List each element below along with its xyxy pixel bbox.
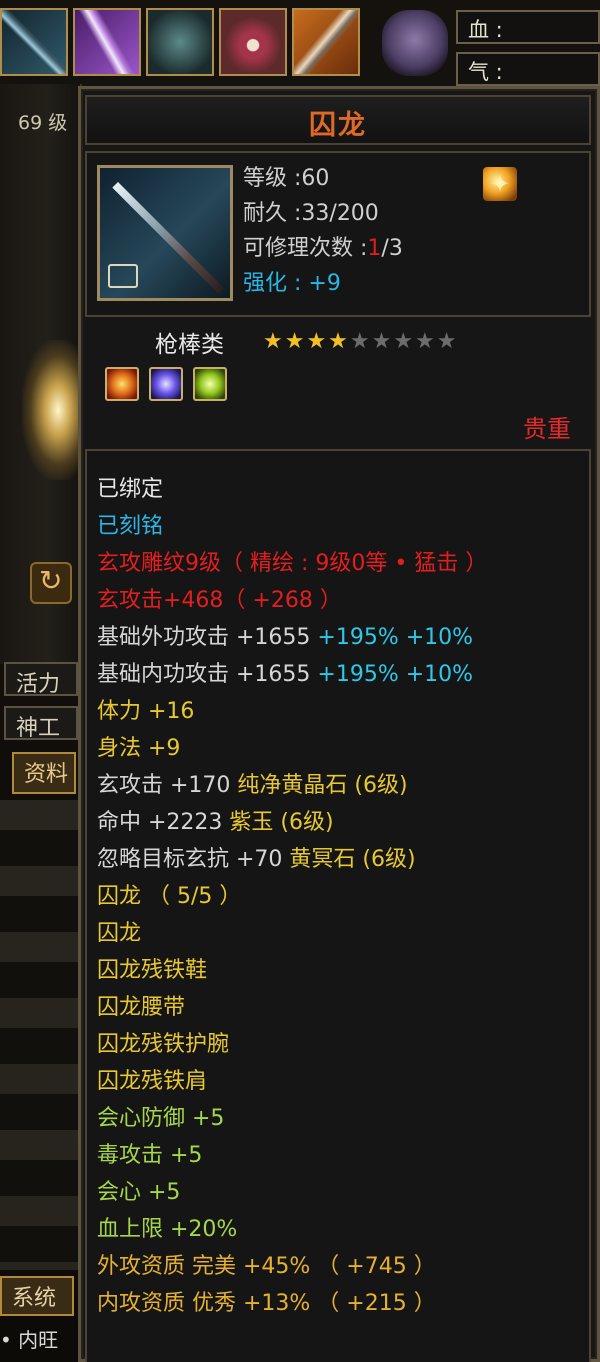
set-title: 囚龙 （ 5/5 ） — [97, 884, 242, 909]
set-piece: 囚龙 — [97, 921, 142, 946]
enhance-label: 强化 : — [243, 271, 302, 296]
attribute-list: 已绑定 已刻铭 玄攻雕纹9级（ 精绘 : 9级0等 • 猛击 ） 玄攻击+468… — [97, 471, 487, 1322]
set-bonus: 血上限 +20% — [97, 1217, 238, 1242]
mystic-attack-line: 玄攻击+468（ +268 ） — [97, 588, 342, 613]
gem-name: 纯净黄晶石 (6级) — [237, 773, 408, 798]
scenery-stack — [0, 800, 80, 1270]
engraved-status: 已刻铭 — [97, 514, 164, 539]
purple-gem-socket-icon — [149, 367, 184, 401]
star-rating: ★★★★★★★★★ — [263, 329, 459, 354]
repair-total: /3 — [381, 236, 403, 261]
set-piece: 囚龙残铁护腕 — [97, 1032, 230, 1057]
socket-row — [105, 367, 232, 405]
aptitude-line: 内攻资质 优秀 +13% （ +215 ） — [97, 1291, 436, 1316]
base-inner-attack: 基础内功攻击 +1655 +195% +10% — [97, 656, 487, 693]
repair-used: 1 — [367, 236, 382, 261]
attr-pct: +10% — [398, 662, 474, 687]
item-name: 囚龙 — [309, 110, 367, 141]
aptitude-line: 外攻资质 完美 +45% （ +745 ） — [97, 1254, 436, 1279]
bound-status: 已绑定 — [97, 477, 164, 502]
set-piece: 囚龙残铁肩 — [97, 1069, 208, 1094]
item-tooltip: 囚龙 等级 :60 耐久 :33/200 可修理次数 :1/3 强化 : +9 … — [78, 86, 600, 1362]
armor-slot-icon[interactable] — [146, 8, 214, 76]
set-piece: 囚龙腰带 — [97, 995, 186, 1020]
level-row: 等级 :60 — [243, 161, 403, 196]
gem-stat: 命中 +2223 — [97, 810, 230, 835]
dagger-slot-icon[interactable] — [292, 8, 360, 76]
bound-lock-icon — [108, 264, 138, 288]
yellow-gem-socket-icon — [105, 367, 139, 401]
gem-name: 紫玉 (6级) — [229, 810, 334, 835]
gem-line: 命中 +2223 紫玉 (6级) — [97, 804, 487, 841]
enhance-value: +9 — [308, 271, 341, 296]
attr-label: 基础外功攻击 +1655 — [97, 625, 311, 650]
stamina-bonus: 体力 +16 — [97, 699, 195, 724]
gem-line: 玄攻击 +170 纯净黄晶石 (6级) — [97, 767, 487, 804]
durability-row: 耐久 :33/200 — [243, 196, 403, 231]
set-bonus: 会心防御 +5 — [97, 1106, 225, 1131]
attr-pct: +195% — [310, 662, 399, 687]
durability-value: 33/200 — [301, 201, 379, 226]
spear-slot-icon[interactable] — [0, 8, 68, 76]
stars-filled: ★★★★ — [263, 329, 350, 354]
tab-info[interactable]: 资料 — [12, 752, 76, 794]
durability-label: 耐久 : — [243, 201, 302, 226]
set-piece: 囚龙残铁鞋 — [97, 958, 208, 983]
attr-label: 基础内功攻击 +1655 — [97, 662, 311, 687]
tab-shengong[interactable]: 神工 — [4, 706, 78, 741]
level-label: 等级 : — [243, 166, 302, 191]
attr-pct: +10% — [398, 625, 474, 650]
item-category: 枪棒类 — [155, 332, 224, 358]
blood-bar: 血 : — [456, 10, 600, 44]
level-value: 60 — [301, 166, 330, 191]
gem-name: 黄冥石 (6级) — [289, 847, 416, 872]
character-level: 69 级 — [18, 112, 68, 134]
rarity-label: 贵重 — [523, 415, 571, 443]
blade-slot-icon[interactable] — [73, 8, 141, 76]
flame-badge-icon: ✦ — [483, 167, 517, 201]
blood-label: 血 : — [468, 18, 503, 42]
necklace-slot-icon[interactable] — [219, 8, 287, 76]
tab-system[interactable]: 系统 — [0, 1276, 74, 1316]
gem-line: 忽略目标玄抗 +70 黄冥石 (6级) — [97, 841, 487, 878]
gem-stat: 忽略目标玄抗 +70 — [97, 847, 290, 872]
set-bonus: 会心 +5 — [97, 1180, 181, 1205]
set-bonus: 毒攻击 +5 — [97, 1143, 203, 1168]
attr-pct: +195% — [310, 625, 399, 650]
chat-channel-text: • 内旺 — [0, 1328, 59, 1352]
enhance-row: 强化 : +9 — [243, 266, 403, 301]
engraving-line: 玄攻雕纹9级（ 精绘 : 9级0等 • 猛击 ） — [97, 551, 488, 576]
spear-icon — [97, 165, 233, 301]
repair-row: 可修理次数 :1/3 — [243, 231, 403, 266]
agility-bonus: 身法 +9 — [97, 736, 181, 761]
gem-stat: 玄攻击 +170 — [97, 773, 238, 798]
character-portrait-icon[interactable] — [382, 10, 448, 76]
green-gem-socket-icon — [193, 367, 228, 401]
tab-vitality[interactable]: 活力 — [4, 662, 78, 697]
repair-label: 可修理次数 : — [243, 236, 368, 261]
qi-bar: 气 : — [456, 52, 600, 86]
stars-empty: ★★★★★ — [349, 329, 459, 354]
base-outer-attack: 基础外功攻击 +1655 +195% +10% — [97, 619, 487, 656]
tooltip-titlebar: 囚龙 — [85, 95, 591, 145]
attribute-panel: 已绑定 已刻铭 玄攻雕纹9级（ 精绘 : 9级0等 • 猛击 ） 玄攻击+468… — [85, 449, 591, 1362]
refresh-icon[interactable] — [30, 562, 72, 604]
item-header: 等级 :60 耐久 :33/200 可修理次数 :1/3 强化 : +9 ✦ — [85, 151, 591, 317]
qi-label: 气 : — [468, 60, 503, 84]
glow-effect — [22, 340, 82, 480]
item-stats: 等级 :60 耐久 :33/200 可修理次数 :1/3 强化 : +9 — [243, 161, 403, 301]
